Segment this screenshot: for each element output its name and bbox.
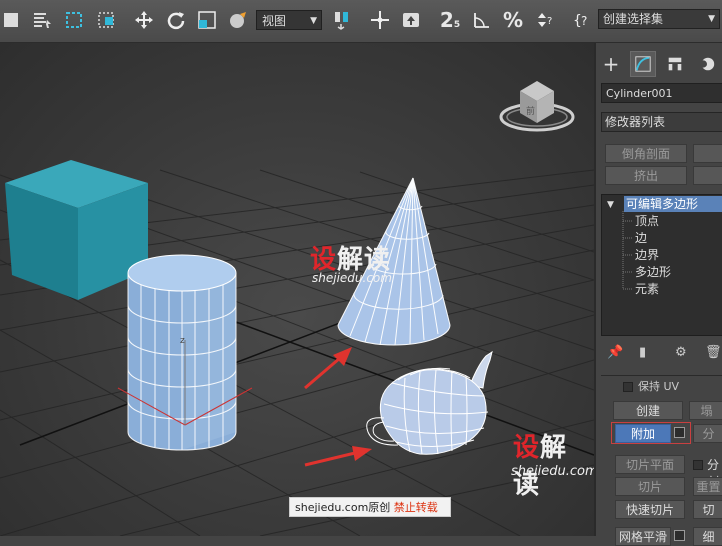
- perspective-viewport[interactable]: z 前 设解读 shejiedu.com 设解读 shejiedu.com: [0, 43, 594, 536]
- copyright-bar: shejiedu.com原创 禁止转载: [289, 497, 451, 517]
- detach-button[interactable]: 分: [693, 424, 722, 443]
- select-and-manipulate-icon[interactable]: [368, 8, 392, 32]
- select-object-icon[interactable]: [0, 8, 24, 32]
- rectangular-selection-icon[interactable]: [62, 8, 86, 32]
- slice-plane-button[interactable]: 切片平面: [615, 455, 685, 474]
- edit-geometry-rollout: 保持 UV 创建 塌 附加 分 切片平面 分割 切片 重置 快速切片 切 网格平…: [601, 375, 722, 546]
- percent-snap-icon[interactable]: %: [501, 8, 525, 32]
- quickslice-button[interactable]: 快速切片: [615, 500, 685, 519]
- tutorial-arrow: [304, 347, 352, 390]
- rotate-icon[interactable]: [164, 8, 188, 32]
- motion-tab-icon[interactable]: [694, 51, 720, 77]
- copyright-no-repost: 禁止转载: [393, 501, 438, 514]
- stack-item-polygon[interactable]: 多边形: [635, 264, 671, 280]
- meshsmooth-button[interactable]: 网格平滑: [615, 527, 671, 546]
- snap-number: 2: [439, 8, 454, 32]
- modifier-stack[interactable]: ▼ 可编辑多边形 顶点 边 边界 多边形 元素: [601, 194, 722, 336]
- viewcube-face-label: 前: [526, 105, 535, 117]
- copyright-original: 原创: [368, 501, 391, 514]
- extrude-button[interactable]: 挤出: [605, 166, 687, 185]
- move-icon[interactable]: [132, 8, 156, 32]
- chevron-down-icon: ▼: [708, 14, 715, 24]
- select-by-name-icon[interactable]: [30, 8, 54, 32]
- viewcube[interactable]: 前: [498, 75, 576, 139]
- pin-stack-icon[interactable]: 📌: [607, 345, 623, 360]
- pivot-center-icon[interactable]: [330, 8, 354, 32]
- place-icon[interactable]: [226, 8, 250, 32]
- object-name-field[interactable]: Cylinder001: [601, 83, 722, 103]
- stack-tree-lines: [622, 211, 632, 290]
- copyright-site: shejiedu.com: [295, 501, 369, 514]
- spinner-snap-icon[interactable]: ?: [532, 8, 556, 32]
- stack-item-edge[interactable]: 边: [635, 230, 647, 246]
- stack-item-element[interactable]: 元素: [635, 281, 659, 297]
- cylinder-object[interactable]: z: [117, 254, 253, 451]
- attach-list-button[interactable]: [674, 427, 685, 438]
- stack-tool-icons: 📌 ▮ ⚙ 🗑: [601, 345, 722, 363]
- stack-item-vertex[interactable]: 顶点: [635, 213, 659, 229]
- gizmo-z-axis-label: z: [180, 336, 185, 346]
- reset-plane-button[interactable]: 重置: [693, 477, 722, 496]
- remove-modifier-icon[interactable]: 🗑: [705, 345, 722, 360]
- slice-button[interactable]: 切片: [615, 477, 685, 496]
- svg-text:?: ?: [581, 14, 587, 28]
- watermark-url: shejiedu.com: [511, 464, 594, 479]
- chevron-down-icon: ▼: [310, 16, 317, 26]
- reference-coordinate-dropdown[interactable]: 视图 ▼: [256, 10, 322, 30]
- preserve-uv-label: 保持 UV: [638, 380, 680, 393]
- named-selection-set-dropdown[interactable]: 创建选择集 ▼: [598, 9, 720, 29]
- split-checkbox[interactable]: [693, 460, 703, 470]
- scale-icon[interactable]: [195, 8, 219, 32]
- tessellate-button[interactable]: 细: [693, 527, 722, 546]
- keyboard-shortcut-icon[interactable]: [399, 8, 423, 32]
- modifier-button-right[interactable]: [693, 166, 722, 185]
- collapse-button[interactable]: 塌: [689, 401, 722, 420]
- hierarchy-tab-icon[interactable]: [662, 51, 688, 77]
- teapot-object[interactable]: [366, 350, 493, 455]
- configure-modifier-sets-icon[interactable]: ⚙: [675, 345, 687, 360]
- bevel-profile-button[interactable]: 倒角剖面: [605, 144, 687, 163]
- reference-coordinate-value: 视图: [262, 14, 287, 28]
- modifier-list-dropdown[interactable]: 修改器列表: [601, 112, 722, 132]
- stack-item-border[interactable]: 边界: [635, 247, 659, 263]
- stack-item-editable-poly[interactable]: 可编辑多边形: [624, 196, 722, 212]
- command-panel-tabs: +: [596, 51, 722, 79]
- main-toolbar: 视图 ▼ 25 % ? {? 创建选择集 ▼: [0, 0, 722, 43]
- cut-button[interactable]: 切: [693, 500, 722, 519]
- named-selection-set-value: 创建选择集: [603, 12, 664, 26]
- watermark-logo-red: 设: [513, 433, 541, 463]
- svg-text:?: ?: [547, 16, 552, 27]
- box-object[interactable]: [5, 160, 148, 300]
- create-tab-icon[interactable]: +: [598, 51, 624, 77]
- create-button[interactable]: 创建: [613, 401, 683, 420]
- command-panel: + Cylinder001 修改器列表 倒角剖面 挤出 ▼ 可编辑多边形 顶点 …: [594, 43, 722, 546]
- edit-named-selection-icon[interactable]: {?: [570, 8, 594, 32]
- attach-button[interactable]: 附加: [615, 424, 671, 443]
- modify-tab-icon[interactable]: [630, 51, 656, 77]
- tutorial-arrow: [304, 446, 372, 467]
- preserve-uv-checkbox[interactable]: [623, 382, 633, 392]
- angle-snap-icon[interactable]: [470, 8, 494, 32]
- stack-expand-icon[interactable]: ▼: [607, 197, 614, 213]
- snap-toggle-icon[interactable]: 25: [436, 8, 464, 32]
- show-end-result-icon[interactable]: ▮: [639, 345, 646, 360]
- modifier-button-right[interactable]: [693, 144, 722, 163]
- window-crossing-icon[interactable]: [94, 8, 118, 32]
- watermark-url: shejiedu.com: [312, 271, 392, 285]
- snap-sub: 5: [453, 20, 461, 30]
